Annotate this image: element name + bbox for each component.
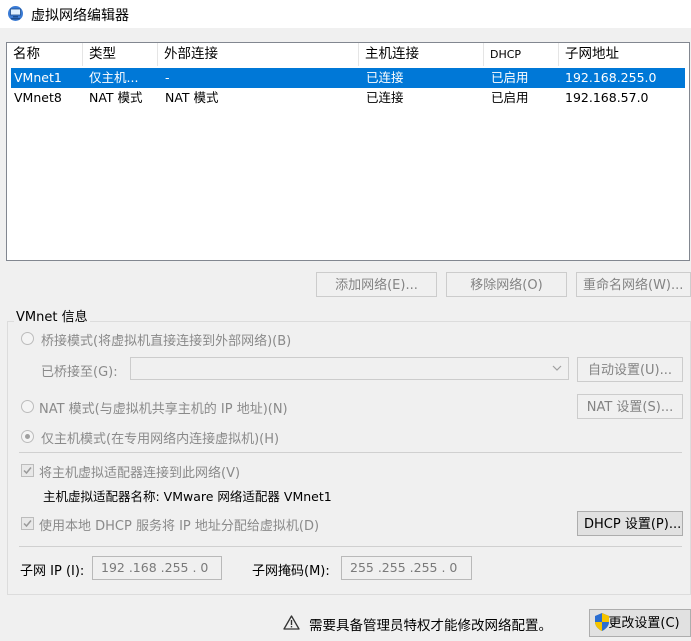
row-name: VMnet8 [14,90,62,105]
uac-shield-icon [593,612,611,636]
dhcp-checkbox[interactable] [21,517,34,530]
auto-settings-button[interactable]: 自动设置(U)... [577,357,683,382]
subnet-mask-label: 子网掩码(M): [252,564,330,579]
column-header-name[interactable]: 名称 [7,43,83,66]
column-header-type[interactable]: 类型 [83,43,158,66]
adapter-name-label: 主机虚拟适配器名称: VMware 网络适配器 VMnet1 [43,489,332,504]
row-type: NAT 模式 [89,90,143,105]
column-header-subnet[interactable]: 子网地址 [559,43,689,66]
rename-network-button[interactable]: 重命名网络(W)... [576,272,691,297]
chevron-down-icon [552,365,562,371]
row-subnet: 192.168.57.0 [565,90,649,105]
bridged-to-label: 已桥接至(G): [41,365,118,380]
subnet-mask-field[interactable]: 255 .255 .255 . 0 [341,556,472,580]
connect-adapter-label: 将主机虚拟适配器连接到此网络(V) [39,466,241,481]
nat-mode-label: NAT 模式(与虚拟机共享主机的 IP 地址)(N) [39,402,288,417]
divider [19,452,682,453]
column-header-dhcp[interactable]: DHCP [484,43,559,66]
row-dhcp: 已启用 [491,70,529,85]
table-row[interactable]: VMnet8 NAT 模式 NAT 模式 已连接 已启用 192.168.57.… [11,88,685,108]
row-type: 仅主机... [89,70,139,85]
table-row[interactable]: VMnet1 仅主机... - 已连接 已启用 192.168.255.0 [11,68,685,88]
connect-adapter-checkbox[interactable] [21,464,34,477]
vmnet-info-title: VMnet 信息 [14,306,90,325]
network-list[interactable]: 名称 类型 外部连接 主机连接 DHCP 子网地址 VMnet1 仅主机... … [6,42,690,261]
nat-settings-button[interactable]: NAT 设置(S)... [577,394,683,419]
column-header-host[interactable]: 主机连接 [359,43,484,66]
row-external: NAT 模式 [165,90,219,105]
column-header-external[interactable]: 外部连接 [158,43,359,66]
nat-mode-radio[interactable] [21,400,34,413]
divider [19,546,682,547]
bridged-mode-radio[interactable] [21,332,34,345]
add-network-button[interactable]: 添加网络(E)... [316,272,437,297]
host-only-mode-label: 仅主机模式(在专用网络内连接虚拟机)(H) [41,432,280,447]
network-app-icon [7,5,24,22]
window-title: 虚拟网络编辑器 [31,8,129,24]
row-host: 已连接 [366,70,404,85]
row-external: - [165,70,170,85]
host-only-mode-radio[interactable] [21,430,34,443]
dhcp-settings-button[interactable]: DHCP 设置(P)... [577,511,683,536]
dhcp-label: 使用本地 DHCP 服务将 IP 地址分配给虚拟机(D) [39,519,320,534]
admin-warning-text: 需要具备管理员特权才能修改网络配置。 [309,618,552,634]
row-host: 已连接 [366,90,404,105]
change-settings-label: 更改设置(C) [608,616,680,631]
row-name: VMnet1 [14,70,62,85]
row-subnet: 192.168.255.0 [565,70,657,85]
bridged-to-select[interactable] [130,357,569,380]
bridged-mode-label: 桥接模式(将虚拟机直接连接到外部网络)(B) [41,334,292,349]
remove-network-button[interactable]: 移除网络(O) [446,272,567,297]
warning-icon [283,615,300,634]
row-dhcp: 已启用 [491,90,529,105]
subnet-ip-label: 子网 IP (I): [20,564,85,579]
subnet-ip-field[interactable]: 192 .168 .255 . 0 [92,556,222,580]
